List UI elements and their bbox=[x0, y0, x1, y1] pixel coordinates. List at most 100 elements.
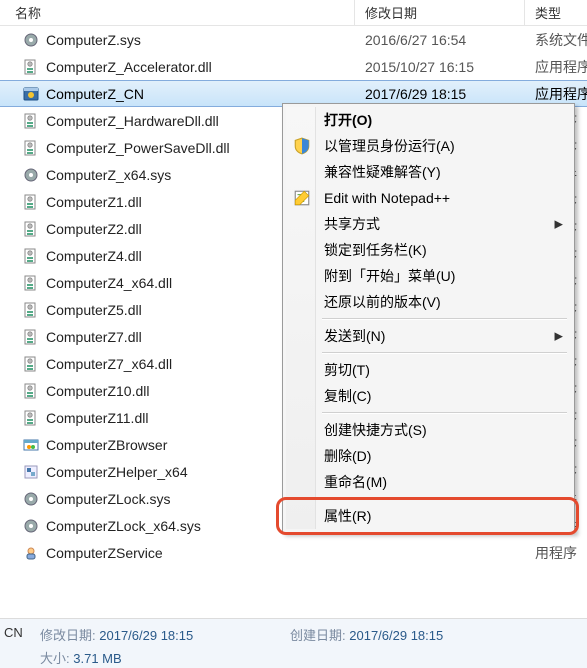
file-name: ComputerZService bbox=[46, 545, 163, 561]
context-menu-label: 以管理员身份运行(A) bbox=[324, 136, 455, 156]
context-menu-separator bbox=[322, 498, 567, 500]
status-create-label: 创建日期: bbox=[290, 628, 346, 643]
context-menu-item[interactable]: 创建快捷方式(S) bbox=[286, 417, 571, 443]
context-menu: 打开(O) 以管理员身份运行(A) 兼容性疑难解答(Y) Edit with Note… bbox=[282, 103, 575, 533]
file-date: 2015/10/27 16:15 bbox=[355, 59, 525, 75]
context-menu-label: 打开(O) bbox=[324, 110, 372, 130]
context-menu-item[interactable]: 共享方式▶ bbox=[286, 211, 571, 237]
dll-icon bbox=[22, 409, 40, 427]
file-date: 2017/6/29 18:15 bbox=[355, 86, 525, 102]
gear-icon bbox=[22, 517, 40, 535]
submenu-arrow-icon: ▶ bbox=[555, 330, 563, 343]
file-name: ComputerZHelper_x64 bbox=[46, 464, 188, 480]
context-menu-item[interactable]: 属性(R) bbox=[286, 503, 571, 529]
file-name: ComputerZ11.dll bbox=[46, 410, 148, 426]
service-icon bbox=[22, 544, 40, 562]
file-name: ComputerZ_CN bbox=[46, 86, 144, 102]
file-date: 2016/6/27 16:54 bbox=[355, 32, 525, 48]
file-type: 系统文件 bbox=[525, 30, 587, 50]
file-type: 用程序 bbox=[525, 543, 587, 563]
file-name: ComputerZ_Accelerator.dll bbox=[46, 59, 212, 75]
status-mod-value: 2017/6/29 18:15 bbox=[99, 628, 193, 643]
dll-icon bbox=[22, 247, 40, 265]
file-name: ComputerZBrowser bbox=[46, 437, 167, 453]
context-menu-label: 还原以前的版本(V) bbox=[324, 292, 441, 312]
dll-icon bbox=[22, 355, 40, 373]
context-menu-item[interactable]: Edit with Notepad++ bbox=[286, 185, 571, 211]
file-name: ComputerZ1.dll bbox=[46, 194, 142, 210]
context-menu-item[interactable]: 剪切(T) bbox=[286, 357, 571, 383]
dll-icon bbox=[22, 220, 40, 238]
file-name: ComputerZ7.dll bbox=[46, 329, 142, 345]
file-name: ComputerZ_HardwareDll.dll bbox=[46, 113, 219, 129]
file-name: ComputerZLock_x64.sys bbox=[46, 518, 201, 534]
dll-icon bbox=[22, 112, 40, 130]
status-filename-suffix: CN bbox=[0, 625, 40, 640]
dll-icon bbox=[22, 193, 40, 211]
context-menu-label: 创建快捷方式(S) bbox=[324, 420, 427, 440]
app-icon bbox=[22, 85, 40, 103]
context-menu-item[interactable]: 重命名(M) bbox=[286, 469, 571, 495]
gear-icon bbox=[22, 31, 40, 49]
col-header-type[interactable]: 类型 bbox=[525, 0, 587, 25]
helper-icon bbox=[22, 463, 40, 481]
npp-icon bbox=[293, 189, 311, 207]
dll-icon bbox=[22, 139, 40, 157]
dll-icon bbox=[22, 274, 40, 292]
col-header-name[interactable]: 名称 bbox=[0, 0, 355, 25]
context-menu-separator bbox=[322, 412, 567, 414]
context-menu-label: 复制(C) bbox=[324, 386, 371, 406]
context-menu-item[interactable]: 复制(C) bbox=[286, 383, 571, 409]
context-menu-label: Edit with Notepad++ bbox=[324, 190, 450, 206]
context-menu-label: 共享方式 bbox=[324, 214, 380, 234]
status-size-value: 3.71 MB bbox=[73, 651, 121, 666]
gear-icon bbox=[22, 490, 40, 508]
status-create-value: 2017/6/29 18:15 bbox=[349, 628, 443, 643]
dll-icon bbox=[22, 301, 40, 319]
context-menu-item[interactable]: 发送到(N) ▶ bbox=[286, 323, 571, 349]
context-menu-separator bbox=[322, 352, 567, 354]
context-menu-item[interactable]: 打开(O) bbox=[286, 107, 571, 133]
context-menu-label: 重命名(M) bbox=[324, 472, 387, 492]
file-type: 应用程序 bbox=[525, 57, 587, 77]
file-row[interactable]: ComputerZService 用程序 bbox=[0, 539, 587, 566]
context-menu-item[interactable]: 兼容性疑难解答(Y) bbox=[286, 159, 571, 185]
context-menu-label: 附到「开始」菜单(U) bbox=[324, 266, 455, 286]
dll-icon bbox=[22, 382, 40, 400]
context-menu-item[interactable]: 删除(D) bbox=[286, 443, 571, 469]
file-name: ComputerZLock.sys bbox=[46, 491, 170, 507]
context-menu-item[interactable]: 以管理员身份运行(A) bbox=[286, 133, 571, 159]
shield-icon bbox=[293, 137, 311, 155]
file-name: ComputerZ5.dll bbox=[46, 302, 142, 318]
gear-icon bbox=[22, 166, 40, 184]
file-row[interactable]: ComputerZ.sys 2016/6/27 16:54系统文件 bbox=[0, 26, 587, 53]
context-menu-item[interactable]: 还原以前的版本(V) bbox=[286, 289, 571, 315]
browser-icon bbox=[22, 436, 40, 454]
col-header-date[interactable]: 修改日期 bbox=[355, 0, 525, 25]
file-name: ComputerZ4.dll bbox=[46, 248, 142, 264]
context-menu-item[interactable]: 锁定到任务栏(K) bbox=[286, 237, 571, 263]
column-header: 名称 修改日期 类型 bbox=[0, 0, 587, 26]
status-bar: CN 修改日期: 2017/6/29 18:15 大小: 3.71 MB 创建日… bbox=[0, 618, 587, 668]
file-row[interactable]: ComputerZ_Accelerator.dll 2015/10/27 16:1… bbox=[0, 53, 587, 80]
file-name: ComputerZ_PowerSaveDll.dll bbox=[46, 140, 230, 156]
file-name: ComputerZ.sys bbox=[46, 32, 141, 48]
status-size-label: 大小: bbox=[40, 651, 70, 666]
file-type: 应用程序 bbox=[525, 84, 587, 104]
context-menu-label: 属性(R) bbox=[324, 506, 371, 526]
file-name: ComputerZ10.dll bbox=[46, 383, 150, 399]
dll-icon bbox=[22, 328, 40, 346]
file-name: ComputerZ2.dll bbox=[46, 221, 142, 237]
file-name: ComputerZ7_x64.dll bbox=[46, 356, 172, 372]
file-name: ComputerZ4_x64.dll bbox=[46, 275, 172, 291]
dll-icon bbox=[22, 58, 40, 76]
status-mod-label: 修改日期: bbox=[40, 628, 96, 643]
context-menu-item[interactable]: 附到「开始」菜单(U) bbox=[286, 263, 571, 289]
context-menu-separator bbox=[322, 318, 567, 320]
file-name: ComputerZ_x64.sys bbox=[46, 167, 171, 183]
context-menu-label: 发送到(N) bbox=[324, 326, 385, 346]
context-menu-label: 锁定到任务栏(K) bbox=[324, 240, 427, 260]
context-menu-label: 兼容性疑难解答(Y) bbox=[324, 162, 441, 182]
context-menu-label: 剪切(T) bbox=[324, 360, 370, 380]
context-menu-label: 删除(D) bbox=[324, 446, 371, 466]
